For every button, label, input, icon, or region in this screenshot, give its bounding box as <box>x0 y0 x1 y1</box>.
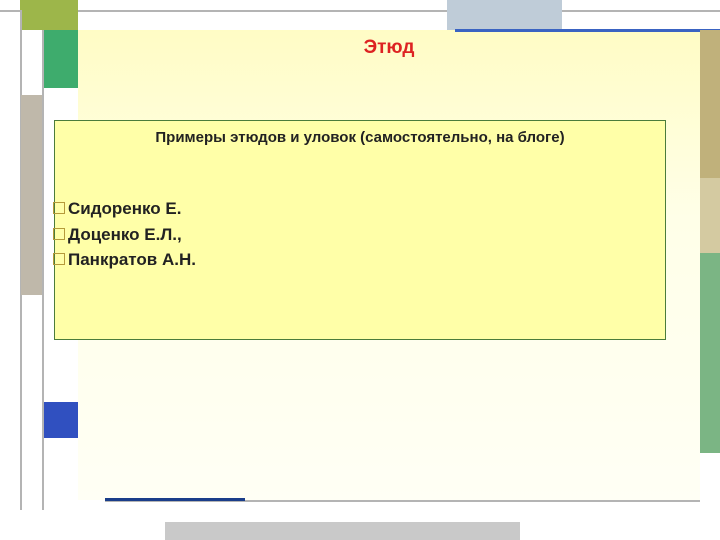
bullet-icon <box>53 228 65 240</box>
decor-right-green <box>700 253 720 453</box>
author-name: Доценко Е.Л., <box>68 222 182 248</box>
decor-right-khaki <box>700 178 720 253</box>
authors-list: Сидоренко Е. Доценко Е.Л., Панкратов А.Н… <box>55 146 665 273</box>
list-item: Панкратов А.Н. <box>53 247 665 273</box>
author-name: Сидоренко Е. <box>68 196 181 222</box>
slide-title: Этюд <box>78 37 700 59</box>
bullet-icon <box>53 202 65 214</box>
decor-bottom-gray <box>165 522 520 540</box>
decor-left-green <box>44 30 78 88</box>
list-item: Доценко Е.Л., <box>53 222 665 248</box>
card-subtitle: Примеры этюдов и уловок (самостоятельно,… <box>55 121 665 146</box>
list-item: Сидоренко Е. <box>53 196 665 222</box>
slide: Этюд Примеры этюдов и уловок (самостояте… <box>0 0 720 540</box>
content-card: Примеры этюдов и уловок (самостоятельно,… <box>54 120 666 340</box>
bullet-icon <box>53 253 65 265</box>
decor-left-silver <box>21 95 42 295</box>
decor-right-tan <box>700 30 720 178</box>
author-name: Панкратов А.Н. <box>68 247 196 273</box>
accent-line-top <box>455 29 720 32</box>
decor-left-royal <box>44 402 78 438</box>
decor-top-steel <box>447 0 562 30</box>
divider-top <box>0 10 720 12</box>
divider-left-inner <box>42 30 44 510</box>
decor-olive-square <box>20 0 78 30</box>
accent-line-bottom <box>105 498 245 501</box>
